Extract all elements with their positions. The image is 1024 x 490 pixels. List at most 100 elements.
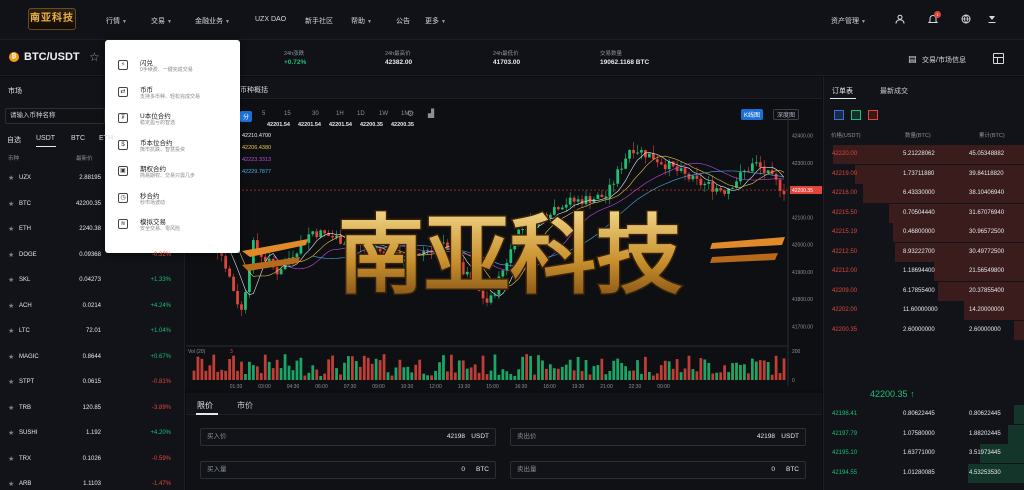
- brand-logo[interactable]: 南亚科技: [28, 8, 76, 30]
- row-star-icon[interactable]: ★: [8, 302, 14, 310]
- buy-qty-field[interactable]: 买入量 0 BTC: [200, 461, 496, 479]
- nav-item-5[interactable]: 帮助 ▼: [351, 16, 372, 26]
- row-star-icon[interactable]: ★: [8, 251, 14, 259]
- row-star-icon[interactable]: ★: [8, 378, 14, 386]
- tab-limit[interactable]: 限价: [197, 400, 213, 411]
- volume-bar: [545, 368, 548, 380]
- market-tab-2[interactable]: BTC: [71, 135, 85, 142]
- timeframe-4[interactable]: 1H: [336, 111, 344, 117]
- dropdown-item-0[interactable]: ⚡ 闪兑 0手续费、一键完成交易: [118, 56, 233, 80]
- orderbook-ask-row[interactable]: 42200.35 2.60000000 2.60000000: [823, 320, 1024, 340]
- timeframe-2[interactable]: 15: [284, 111, 291, 117]
- coin-search-input[interactable]: 请输入币种名称: [5, 108, 105, 124]
- trade-info-link[interactable]: 交易/市场信息: [922, 55, 966, 65]
- orderbook-ask-row[interactable]: 42215.19 0.46800000 30.96572500: [823, 223, 1024, 242]
- orderbook-bid-row[interactable]: 42195.10 1.63771000 3.51973445: [823, 444, 1024, 463]
- timeframe-6[interactable]: 1W: [379, 111, 388, 117]
- volume-bar: [735, 362, 738, 380]
- volume-value: 3: [230, 349, 233, 355]
- row-star-icon[interactable]: ★: [8, 455, 14, 463]
- market-row-coin[interactable]: BTC: [19, 201, 31, 207]
- nav-item-7[interactable]: 更多 ▼: [425, 16, 446, 26]
- market-row-coin[interactable]: UZX: [19, 175, 31, 181]
- volume-bar: [323, 373, 327, 380]
- market-tab-1[interactable]: USDT: [36, 135, 55, 142]
- dropdown-item-5[interactable]: ◷ 秒合约 秒市场波动: [118, 189, 233, 213]
- view-asks-icon[interactable]: [868, 110, 878, 120]
- view-both-icon[interactable]: [834, 110, 844, 120]
- row-star-icon[interactable]: ★: [8, 276, 14, 284]
- layout-icon[interactable]: [993, 53, 1004, 64]
- ask-qty: 11.60000000: [903, 307, 938, 313]
- trading-pair[interactable]: BTC/USDT: [24, 51, 80, 63]
- coin-overview-tab[interactable]: 币种概括: [240, 85, 268, 95]
- orderbook-bid-row[interactable]: 42194.55 1.01280085 4.53253530: [823, 463, 1024, 483]
- market-tab-3[interactable]: ETH: [99, 135, 113, 142]
- market-row-coin[interactable]: ACH: [19, 303, 32, 309]
- orderbook-ask-row[interactable]: 42212.00 1.18694400 21.56549800: [823, 262, 1024, 281]
- orderbook-ask-row[interactable]: 42220.00 5.21228062 45.05348882: [823, 145, 1024, 164]
- row-star-icon[interactable]: ★: [8, 327, 14, 335]
- market-row-coin[interactable]: TRB: [19, 405, 31, 411]
- orderbook-ask-row[interactable]: 42212.50 8.93222700 30.49772500: [823, 242, 1024, 262]
- orderbook-ask-row[interactable]: 42219.00 1.73711880 39.84118820: [823, 164, 1024, 184]
- sell-price-field[interactable]: 卖出价 42198 USDT: [510, 428, 806, 446]
- orderbook-ask-row[interactable]: 42202.00 11.60000000 14.20000000: [823, 301, 1024, 320]
- trade-info-icon[interactable]: ▤: [908, 54, 917, 65]
- download-icon[interactable]: [986, 14, 998, 26]
- tab-market[interactable]: 市价: [237, 400, 253, 411]
- orderbook-bid-row[interactable]: 42197.79 1.07580000 1.88202445: [823, 424, 1024, 444]
- dropdown-item-3[interactable]: $ 币本位合约 熊市抗跌、智慧投资: [118, 136, 233, 160]
- dropdown-item-4[interactable]: ▣ 期权合约 简易期权、交易只需几步: [118, 162, 233, 186]
- market-row-coin[interactable]: MAGIC: [19, 354, 39, 360]
- row-star-icon[interactable]: ★: [8, 429, 14, 437]
- dropdown-item-6[interactable]: ≋ 模拟交易 安全交易、零风险: [118, 215, 233, 239]
- timeframe-7[interactable]: 1M: [401, 111, 409, 117]
- row-star-icon[interactable]: ★: [8, 200, 14, 208]
- tab-orderbook[interactable]: 订单表: [832, 86, 853, 96]
- dropdown-item-1[interactable]: ⇄ 币币 支持多币种、轻松完成交易: [118, 83, 233, 107]
- market-row-coin[interactable]: SUSHI: [19, 430, 37, 436]
- indicator-icon[interactable]: ▟: [428, 109, 434, 118]
- market-row-coin[interactable]: ETH: [19, 226, 31, 232]
- nav-item-6[interactable]: 公告: [396, 16, 410, 26]
- nav-item-4[interactable]: 新手社区: [305, 16, 333, 26]
- kline-chart[interactable]: 42400.0042300.0042200.0042100.0042000.00…: [186, 118, 822, 390]
- candle-body: [315, 231, 319, 238]
- asset-management-menu[interactable]: 资产管理 ▼: [831, 16, 866, 26]
- nav-item-2[interactable]: 金融业务 ▼: [195, 16, 230, 26]
- market-tab-0[interactable]: 自选: [7, 135, 21, 145]
- globe-icon[interactable]: [960, 14, 972, 26]
- view-bids-icon[interactable]: [851, 110, 861, 120]
- market-row-coin[interactable]: STPT: [19, 379, 34, 385]
- nav-item-3[interactable]: UZX DAO: [255, 16, 286, 23]
- buy-price-field[interactable]: 买入价 42198 USDT: [200, 428, 496, 446]
- row-star-icon[interactable]: ★: [8, 480, 14, 488]
- nav-item-1[interactable]: 交易 ▼: [151, 16, 172, 26]
- favorite-star-icon[interactable]: ☆: [89, 50, 100, 64]
- orderbook-ask-row[interactable]: 42209.00 6.17855400 20.37855400: [823, 281, 1024, 301]
- timeframe-5[interactable]: 1D: [357, 111, 365, 117]
- orderbook-ask-row[interactable]: 42215.50 0.70504440 31.67076940: [823, 203, 1024, 223]
- row-star-icon[interactable]: ★: [8, 404, 14, 412]
- timeframe-1[interactable]: 5: [262, 111, 265, 117]
- market-row-coin[interactable]: ARB: [19, 481, 31, 487]
- timeframe-0[interactable]: 分: [240, 111, 253, 122]
- user-icon[interactable]: [894, 14, 906, 26]
- row-star-icon[interactable]: ★: [8, 353, 14, 361]
- orderbook-bid-row[interactable]: 42198.41 0.80622445 0.80622445: [823, 405, 1024, 424]
- nav-item-0[interactable]: 行情 ▼: [106, 16, 127, 26]
- market-row-coin[interactable]: SKL: [19, 277, 30, 283]
- row-star-icon[interactable]: ★: [8, 174, 14, 182]
- dropdown-item-2[interactable]: ₮ U本位合约 稳定盈亏的智选: [118, 109, 233, 133]
- candle-body: [303, 242, 307, 244]
- tab-latest-trades[interactable]: 最新成交: [880, 86, 908, 96]
- row-star-icon[interactable]: ★: [8, 225, 14, 233]
- volume-bar: [374, 358, 378, 380]
- market-row-coin[interactable]: LTC: [19, 328, 30, 334]
- orderbook-ask-row[interactable]: 42216.00 6.43330000 38.10406940: [823, 184, 1024, 203]
- sell-qty-field[interactable]: 卖出量 0 BTC: [510, 461, 806, 479]
- market-row-coin[interactable]: TRX: [19, 456, 31, 462]
- market-row-coin[interactable]: DOGE: [19, 252, 37, 258]
- timeframe-3[interactable]: 30: [312, 111, 319, 117]
